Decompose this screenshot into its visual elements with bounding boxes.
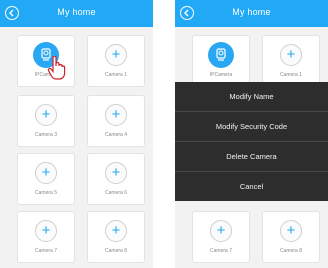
plus-icon: + [35,220,57,242]
camera-card-add[interactable]: + Camera 5 [17,153,75,205]
camera-label: Camera 7 [35,248,57,254]
plus-icon: + [210,220,232,242]
menu-item-modify-security-code[interactable]: Modify Security Code [175,112,328,141]
camera-label: Camera 8 [280,248,302,254]
camera-label: Camera 8 [105,248,127,254]
camera-label: Camera 3 [35,132,57,138]
camera-card-ipcamera[interactable]: IPCamera [17,35,75,87]
menu-item-cancel[interactable]: Cancel [175,172,328,201]
camera-label: Camera 6 [105,190,127,196]
camera-card-add[interactable]: + Camera 1 [262,35,320,87]
plus-icon: + [35,104,57,126]
phone-screen-menu: My home IPCamera + Camera 1 + Camera 7 +… [175,0,328,268]
plus-icon: + [105,104,127,126]
camera-card-add[interactable]: + Camera 3 [17,95,75,147]
camera-card-ipcamera[interactable]: IPCamera [192,35,250,87]
plus-icon: + [105,44,127,66]
top-bar: My home [0,0,153,27]
camera-grid: IPCamera + Camera 1 + Camera 3 + Camera … [0,27,153,268]
phone-screen-home: My home IPCamera + Camera 1 + Camera 3 +… [0,0,153,268]
camera-label: IPCamera [209,72,233,78]
camera-card-add[interactable]: + Camera 7 [17,211,75,263]
camera-label: Camera 7 [210,248,232,254]
page-title: My home [57,7,96,17]
plus-icon: + [105,220,127,242]
plus-icon: + [35,162,57,184]
plus-icon: + [105,162,127,184]
camera-card-add[interactable]: + Camera 7 [192,211,250,263]
camera-card-add[interactable]: + Camera 1 [87,35,145,87]
page-title: My home [232,7,271,17]
hand-pointer-icon [47,55,67,85]
camera-label: Camera 1 [105,72,127,78]
camera-card-add[interactable]: + Camera 8 [262,211,320,263]
camera-action-menu: Modify Name Modify Security Code Delete … [175,82,328,201]
menu-item-modify-name[interactable]: Modify Name [175,82,328,111]
menu-item-delete-camera[interactable]: Delete Camera [175,142,328,171]
plus-icon: + [280,220,302,242]
top-bar: My home [175,0,328,27]
camera-card-add[interactable]: + Camera 6 [87,153,145,205]
camera-card-add[interactable]: + Camera 8 [87,211,145,263]
camera-label: Camera 4 [105,132,127,138]
camera-card-add[interactable]: + Camera 4 [87,95,145,147]
plus-icon: + [280,44,302,66]
camera-label: Camera 5 [35,190,57,196]
camera-icon [208,42,234,68]
camera-label: Camera 1 [280,72,302,78]
